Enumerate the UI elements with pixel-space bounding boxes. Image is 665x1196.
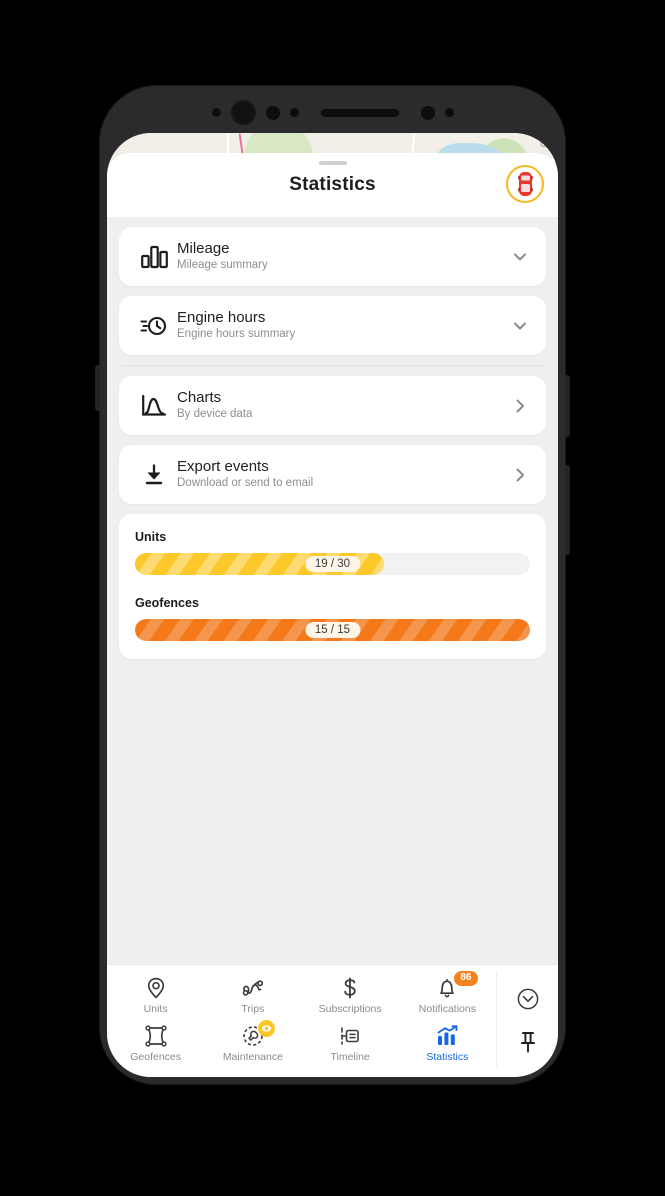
sheet-header: Statistics: [107, 153, 558, 217]
timeline-icon: [339, 1024, 361, 1047]
phone-screen: Go Statistics Mileage Mileage summary En…: [107, 133, 558, 1077]
map-pin-icon: [146, 976, 166, 999]
list-item-title: Export events: [177, 457, 269, 475]
list-item-subtitle: Mileage summary: [177, 259, 268, 272]
quota-label-units: Units: [135, 530, 167, 544]
front-camera-icon: [230, 100, 256, 125]
sensor-dot-icon: [211, 108, 221, 117]
page-title: Statistics: [289, 174, 376, 195]
nav-label: Statistics: [426, 1051, 469, 1063]
nav-label: Notifications: [418, 1003, 476, 1015]
dollar-sign-icon: [342, 976, 358, 999]
chevron-down-icon[interactable]: [508, 249, 532, 265]
nav-label: Maintenance: [222, 1051, 283, 1063]
nav-label: Units: [143, 1003, 168, 1015]
list-item-mileage[interactable]: Mileage Mileage summary: [119, 227, 546, 286]
nav-grid: Units Trips Subscriptions 86 Notificatio…: [107, 971, 496, 1067]
bottom-navigation: Units Trips Subscriptions 86 Notificatio…: [107, 964, 558, 1077]
quota-value-geofences: 15 / 15: [304, 622, 361, 638]
list-item-engine-hours[interactable]: Engine hours Engine hours summary: [119, 296, 546, 355]
maintenance-badge-dot: [257, 1020, 275, 1037]
nav-side-controls: [496, 971, 558, 1067]
nav-row-1: Units Trips Subscriptions 86 Notificatio…: [107, 971, 496, 1019]
statistics-bottom-sheet: Statistics Mileage Mileage summary Engin…: [107, 153, 558, 1077]
light-sensor-icon: [289, 108, 299, 117]
statistics-list: Mileage Mileage summary Engine hours Eng…: [107, 217, 558, 504]
nav-label: Trips: [241, 1003, 265, 1015]
engine-hours-clock-icon: [131, 314, 177, 338]
nav-item-geofences[interactable]: Geofences: [107, 1019, 204, 1067]
list-item-charts[interactable]: Charts By device data: [119, 376, 546, 435]
chevron-right-icon[interactable]: [508, 398, 532, 414]
collapse-sheet-button[interactable]: [516, 979, 540, 1019]
chevron-right-icon[interactable]: [508, 467, 532, 483]
geofence-square-icon: [144, 1024, 167, 1047]
bar-chart-icon: [131, 245, 177, 269]
chevron-down-icon[interactable]: [508, 318, 532, 334]
nav-item-units[interactable]: Units: [107, 971, 204, 1019]
pin-panel-button[interactable]: [518, 1022, 538, 1062]
phone-frame: Go Statistics Mileage Mileage summary En…: [95, 85, 570, 1085]
list-item-title: Engine hours: [177, 308, 266, 326]
map-attribution: Go: [539, 139, 552, 149]
statistics-trend-icon: [436, 1024, 459, 1047]
nav-label: Timeline: [330, 1051, 370, 1063]
volume-button[interactable]: [565, 465, 570, 555]
list-item-text: Mileage Mileage summary: [177, 240, 508, 274]
nav-item-statistics[interactable]: Statistics: [399, 1019, 496, 1067]
section-divider: [121, 365, 544, 366]
route-icon: [241, 976, 265, 999]
eye-icon: [261, 1025, 271, 1032]
sensor-dot-icon: [444, 108, 454, 117]
quota-label-geofences: Geofences: [135, 596, 199, 610]
list-item-subtitle: Download or send to email: [177, 477, 314, 490]
wrench-dashed-circle-icon: [242, 1020, 275, 1047]
circle-chevron-down-icon: [517, 988, 538, 1009]
secondary-camera-icon: [420, 105, 435, 120]
nav-label: Subscriptions: [318, 1003, 382, 1015]
power-button[interactable]: [565, 375, 570, 437]
chart-curve-icon: [131, 394, 177, 418]
nav-item-maintenance[interactable]: Maintenance: [204, 1019, 301, 1067]
nav-row-2: Geofences Maintenance Timeline Statistic…: [107, 1019, 496, 1067]
list-item-subtitle: Engine hours summary: [177, 328, 296, 341]
avatar[interactable]: [506, 165, 544, 203]
list-item-title: Mileage: [177, 239, 230, 257]
quota-bar-units: 19 / 30: [135, 553, 530, 575]
list-item-text: Engine hours Engine hours summary: [177, 309, 508, 343]
proximity-sensor-icon: [265, 105, 280, 120]
list-item-title: Charts: [177, 388, 222, 406]
phone-bezel-top: [99, 85, 566, 140]
list-item-text: Export events Download or send to email: [177, 458, 508, 492]
nav-item-trips[interactable]: Trips: [204, 971, 301, 1019]
pin-icon: [520, 1031, 535, 1052]
nav-item-timeline[interactable]: Timeline: [302, 1019, 399, 1067]
list-item-text: Charts By device data: [177, 389, 508, 423]
quota-bar-geofences: 15 / 15: [135, 619, 530, 641]
nav-item-subscriptions[interactable]: Subscriptions: [302, 971, 399, 1019]
earpiece-speaker: [320, 108, 399, 117]
bell-icon: 86: [437, 971, 478, 999]
notifications-badge: 86: [454, 971, 478, 986]
nav-label: Geofences: [130, 1051, 182, 1063]
list-item-subtitle: By device data: [177, 408, 253, 421]
red-car-avatar-icon: [517, 172, 533, 196]
download-icon: [131, 463, 177, 487]
quota-value-units: 19 / 30: [304, 556, 361, 572]
sheet-drag-handle[interactable]: [318, 161, 347, 165]
list-item-export-events[interactable]: Export events Download or send to email: [119, 445, 546, 504]
quota-card: Units 19 / 30 Geofences 15 / 15: [119, 514, 546, 659]
nav-item-notifications[interactable]: 86 Notifications: [399, 971, 496, 1019]
